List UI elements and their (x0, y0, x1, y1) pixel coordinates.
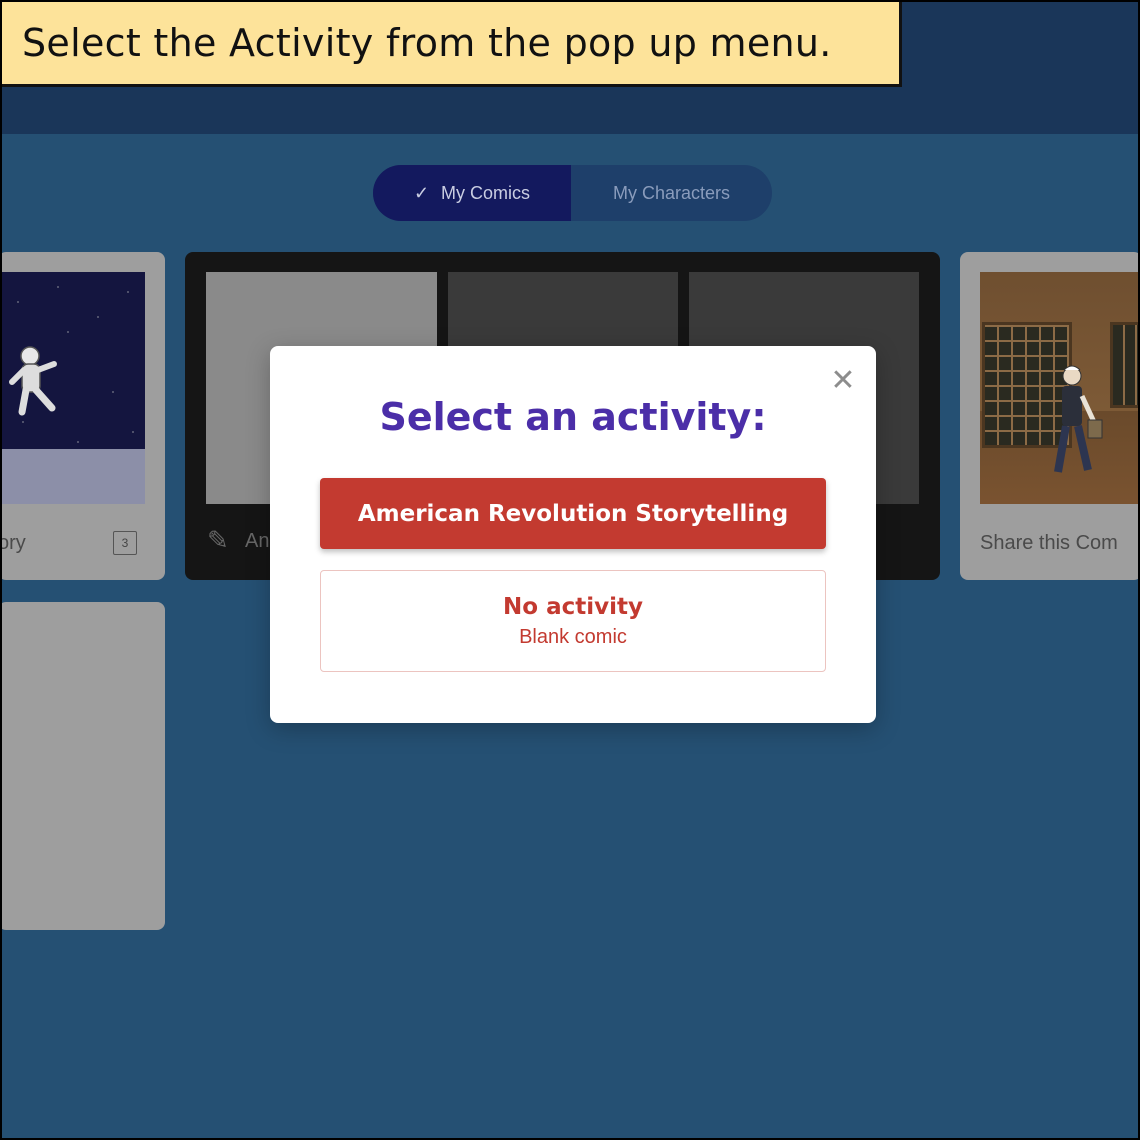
blank-comic-label: Blank comic (519, 625, 627, 648)
comic-title: ory (0, 532, 26, 554)
app-window: ✓ My Comics My Characters ory 3 ✎ An Sha… (0, 0, 1140, 1140)
american-revolution-activity-button[interactable]: American Revolution Storytelling (320, 478, 826, 549)
modal-title: Select an activity: (379, 395, 767, 439)
moon-surface (2, 449, 145, 504)
instruction-banner: Select the Activity from the pop up menu… (2, 2, 902, 87)
tab-my-characters[interactable]: My Characters (571, 165, 772, 221)
tab-my-characters-label: My Characters (612, 182, 731, 203)
comic-title: Share this Com (980, 532, 1118, 554)
comic-thumbnail (2, 272, 145, 504)
no-activity-button[interactable]: No activity Blank comic (320, 570, 826, 672)
activity-button-label: American Revolution Storytelling (357, 500, 789, 527)
astronaut-illustration (9, 346, 57, 416)
comic-thumbnail (980, 272, 1138, 504)
character-illustration (1054, 365, 1103, 473)
window-illustration (1110, 322, 1138, 408)
pencil-ruler-icon: ✎ (207, 526, 229, 556)
tab-my-comics[interactable]: ✓ My Comics (373, 165, 571, 221)
tab-my-comics-label: My Comics (441, 182, 531, 203)
panel-count-badge: 3 (113, 531, 137, 555)
close-icon[interactable]: ✕ (828, 366, 858, 396)
no-activity-label: No activity (503, 593, 643, 620)
comics-characters-toggle: ✓ My Comics My Characters (373, 165, 772, 221)
comic-card-space[interactable]: ory 3 (0, 252, 165, 580)
instruction-text: Select the Activity from the pop up menu… (22, 21, 832, 65)
check-icon: ✓ (413, 182, 430, 203)
comic-title: An (245, 530, 270, 552)
comic-card-share[interactable]: Share this Com (960, 252, 1138, 580)
comic-card[interactable] (2, 602, 165, 930)
